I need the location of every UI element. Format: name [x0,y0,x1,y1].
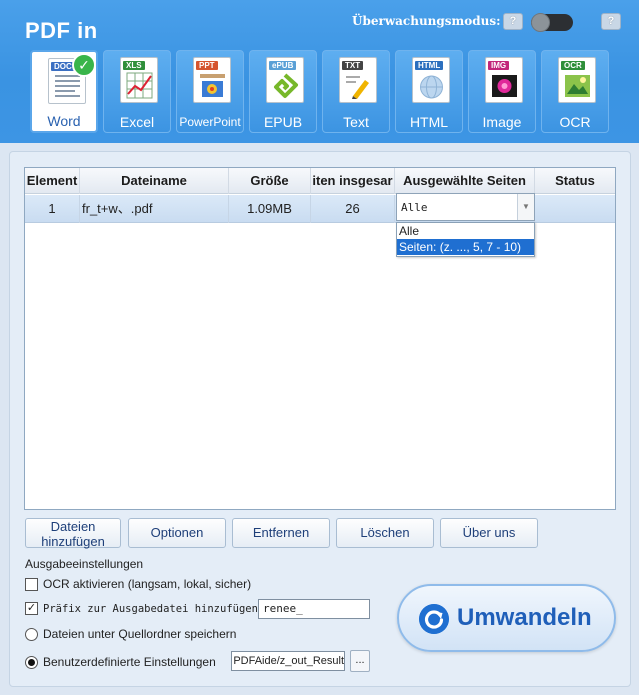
output-settings-title: Ausgabeeinstellungen [25,557,144,571]
custom-settings-option[interactable]: Benutzerdefinierte Einstellungen [25,655,216,669]
ocr-label: OCR aktivieren (langsam, lokal, sicher) [43,577,252,591]
add-files-button[interactable]: Dateien hinzufügen [25,518,121,549]
dropdown-option-pages[interactable]: Seiten: (z. ..., 5, 7 - 10) [397,239,534,255]
toggle-knob [531,13,550,32]
column-header: iten insgesar [311,168,395,194]
help-icon[interactable]: ? [503,13,523,30]
remove-label: Entfernen [252,525,310,540]
custom-settings-radio[interactable] [25,655,38,669]
doc-tag: HTML [415,61,444,70]
tab-word[interactable]: DOC ✓ Word [30,50,98,133]
chevron-down-icon[interactable]: ▼ [517,194,534,220]
tab-label: Text [343,114,369,130]
app-title: PDF in [25,18,98,43]
browse-button[interactable]: ... [350,650,370,672]
epub-logo-icon [274,73,298,98]
cell-size: 1.09MB [229,195,311,223]
column-header: Ausgewählte Seiten [395,168,535,194]
prefix-checkbox[interactable]: ✓ [25,602,38,615]
ocr-doc-icon: OCR [558,57,596,103]
tab-label: EPUB [263,114,303,130]
delete-label: Löschen [360,525,410,540]
add-files-line1: Dateien [50,519,96,534]
tab-text[interactable]: TXT Text [322,50,390,133]
doc-tag: XLS [123,61,145,70]
ppt-doc-icon: PPT [193,57,231,103]
epub-doc-icon: ePUB [266,57,304,103]
prefix-option[interactable]: ✓ Präfix zur Ausgabedatei hinzufügen [25,602,258,615]
monitor-mode-toggle[interactable] [531,13,573,32]
table-header: Element Dateiname Größe iten insgesar Au… [25,168,615,194]
doc-tag: IMG [488,61,510,70]
chart-grid-icon [126,72,153,99]
convert-label: Umwandeln [457,604,592,631]
page-selection-dropdown: Alle Seiten: (z. ..., 5, 7 - 10) [396,222,535,257]
scan-icon [565,75,590,97]
cell-index: 1 [25,195,80,223]
tab-powerpoint[interactable]: PPT PowerPoint [176,50,244,133]
header-bar: PDF in Überwachungsmodus: ? ? DOC ✓ Word… [0,0,639,143]
prefix-label: Präfix zur Ausgabedatei hinzufügen [43,602,258,615]
column-header: Status [555,173,595,188]
source-folder-radio[interactable] [25,627,38,641]
about-button[interactable]: Über uns [440,518,538,548]
dropdown-option-all[interactable]: Alle [397,223,534,239]
refresh-icon [419,604,449,634]
tab-html[interactable]: HTML HTML [395,50,463,133]
combobox-value: Alle [401,201,428,214]
globe-icon [420,75,443,99]
remove-button[interactable]: Entfernen [232,518,330,548]
tab-label: Excel [119,114,155,130]
source-folder-label: Dateien unter Quellordner speichern [43,627,237,641]
custom-settings-label: Benutzerdefinierte Einstellungen [43,655,216,669]
prefix-input[interactable]: renee_ [258,599,370,619]
ocr-option[interactable]: OCR aktivieren (langsam, lokal, sicher) [25,577,251,591]
tab-label: Word [47,113,81,129]
add-files-line2: hinzufügen [41,534,105,549]
source-folder-option[interactable]: Dateien unter Quellordner speichern [25,627,236,641]
cell-status [535,195,615,223]
tab-label: OCR [559,114,591,130]
column-header: Element [25,168,80,194]
tab-label: PowerPoint [179,115,241,129]
cell-filename: fr_t+w、.pdf [80,195,229,223]
options-label: Optionen [150,525,204,540]
page-selection-combobox[interactable]: Alle ▼ [396,193,535,221]
pencil-icon [346,76,369,99]
doc-tag: ePUB [269,61,297,70]
convert-button[interactable]: Umwandeln [397,584,616,652]
tab-epub[interactable]: ePUB EPUB [249,50,317,133]
column-header: Dateiname [80,168,229,194]
check-icon: ✓ [72,53,96,77]
cell-pages: 26 [311,195,395,223]
file-table[interactable]: Element Dateiname Größe iten insgesar Au… [24,167,616,510]
text-doc-icon: TXT [339,57,377,103]
doc-tag: PPT [196,61,218,70]
monitor-mode-label: Überwachungsmodus: [352,14,501,28]
tab-label: HTML [409,114,449,130]
photo-icon [492,75,517,97]
tab-excel[interactable]: XLS Excel [103,50,171,133]
column-header: Größe [229,168,311,194]
about-label: Über uns [462,525,516,540]
output-path-input[interactable]: PDFAide/z_out_Result [231,651,345,671]
text-lines-icon [55,75,80,97]
doc-tag: OCR [561,61,585,70]
delete-button[interactable]: Löschen [336,518,434,548]
tab-image[interactable]: IMG Image [468,50,536,133]
tab-label: Image [482,114,522,130]
help-icon[interactable]: ? [601,13,621,30]
picture-icon [200,74,225,97]
image-doc-icon: IMG [485,57,523,103]
html-doc-icon: HTML [412,57,450,103]
doc-tag: TXT [342,61,364,70]
excel-doc-icon: XLS [120,57,158,103]
ocr-checkbox[interactable] [25,577,38,591]
tab-ocr[interactable]: OCR OCR [541,50,609,133]
format-tabs: DOC ✓ Word XLS Excel PPT PowerPoint ePUB… [30,50,609,133]
options-button[interactable]: Optionen [128,518,226,548]
